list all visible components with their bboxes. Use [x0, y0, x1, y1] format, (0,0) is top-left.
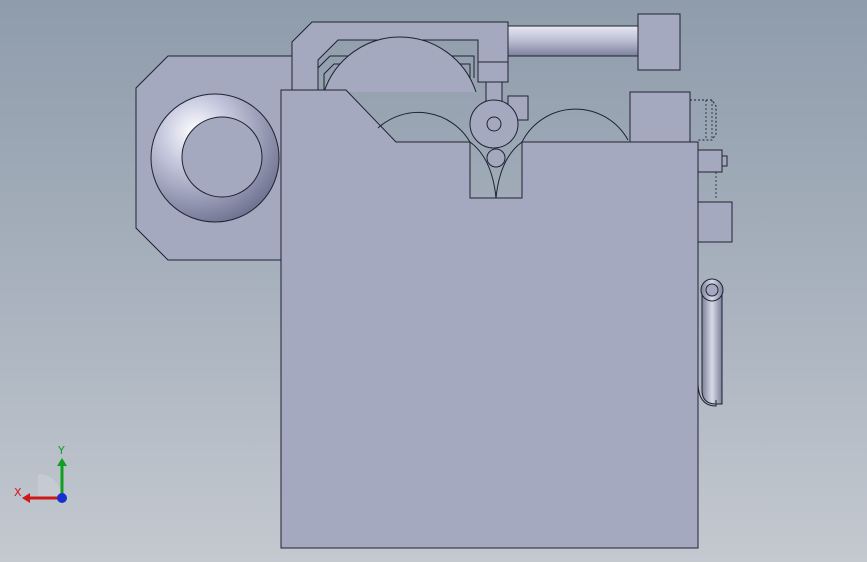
right-top-block[interactable] [629, 91, 691, 143]
y-axis-arrow [57, 458, 67, 466]
y-axis-label: Y [57, 444, 65, 457]
right-fitting-lower[interactable] [697, 201, 733, 243]
flywheel-torus[interactable] [150, 93, 280, 223]
right-fitting-upper[interactable] [697, 149, 723, 173]
bent-pipe[interactable] [701, 289, 723, 405]
x-axis-arrow [22, 493, 30, 503]
orientation-triad: Y X [14, 444, 67, 503]
x-axis-label: X [14, 486, 22, 499]
graphics-viewport[interactable]: Y X [0, 0, 867, 562]
model-view[interactable] [0, 0, 867, 562]
z-axis-origin [57, 493, 67, 503]
lower-pivot[interactable] [486, 148, 506, 168]
handle-rod[interactable] [507, 25, 641, 57]
handle-knob[interactable] [637, 13, 681, 71]
link-arm[interactable] [477, 61, 509, 83]
triad-arc [38, 474, 62, 498]
rear-drum[interactable] [323, 36, 477, 93]
right-roller[interactable] [521, 108, 629, 143]
